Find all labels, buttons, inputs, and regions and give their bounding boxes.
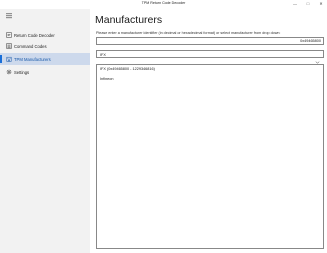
title-bar: TPM Return Code Decoder — □ ✕	[0, 0, 327, 9]
hamburger-icon[interactable]	[5, 12, 14, 20]
gear-icon	[0, 66, 14, 78]
navigation-pane: Return Code Decoder Command Codes TPM Ma…	[0, 9, 90, 253]
window-title: TPM Return Code Decoder	[141, 1, 186, 5]
nav-item-label: Settings	[14, 69, 30, 75]
app-window: TPM Return Code Decoder — □ ✕ Return Cod…	[0, 0, 327, 253]
content-area: Manufacturers Please enter a manufacture…	[90, 9, 327, 253]
nav-item-settings[interactable]: Settings	[0, 66, 90, 78]
nav-item-label: TPM Manufacturers	[14, 56, 51, 62]
result-identifier-line: IFX (0x49465800 - 1229346816)	[100, 67, 155, 71]
dropdown-selected-value: IFX	[100, 53, 106, 57]
nav-item-tpm-manufacturers[interactable]: TPM Manufacturers	[0, 53, 90, 65]
list-icon	[0, 40, 14, 52]
result-manufacturer-name: Infineon	[100, 77, 114, 81]
manufacturer-id-input[interactable]: 0x49465800	[96, 37, 324, 45]
result-text-area[interactable]: IFX (0x49465800 - 1229346816) Infineon	[96, 64, 324, 249]
nav-item-label: Return Code Decoder	[14, 32, 55, 38]
minimize-button[interactable]: —	[292, 1, 298, 6]
nav-item-label: Command Codes	[14, 43, 47, 49]
manufacturer-dropdown[interactable]: IFX	[96, 50, 324, 64]
close-button[interactable]: ✕	[318, 1, 324, 6]
page-title: Manufacturers	[95, 14, 163, 26]
building-icon	[0, 53, 14, 65]
window-controls: — □ ✕	[292, 1, 324, 6]
selection-indicator	[0, 55, 2, 63]
maximize-button[interactable]: □	[305, 1, 311, 6]
nav-item-command-codes[interactable]: Command Codes	[0, 40, 90, 52]
instruction-text: Please enter a manufacturer identifier (…	[96, 31, 281, 35]
